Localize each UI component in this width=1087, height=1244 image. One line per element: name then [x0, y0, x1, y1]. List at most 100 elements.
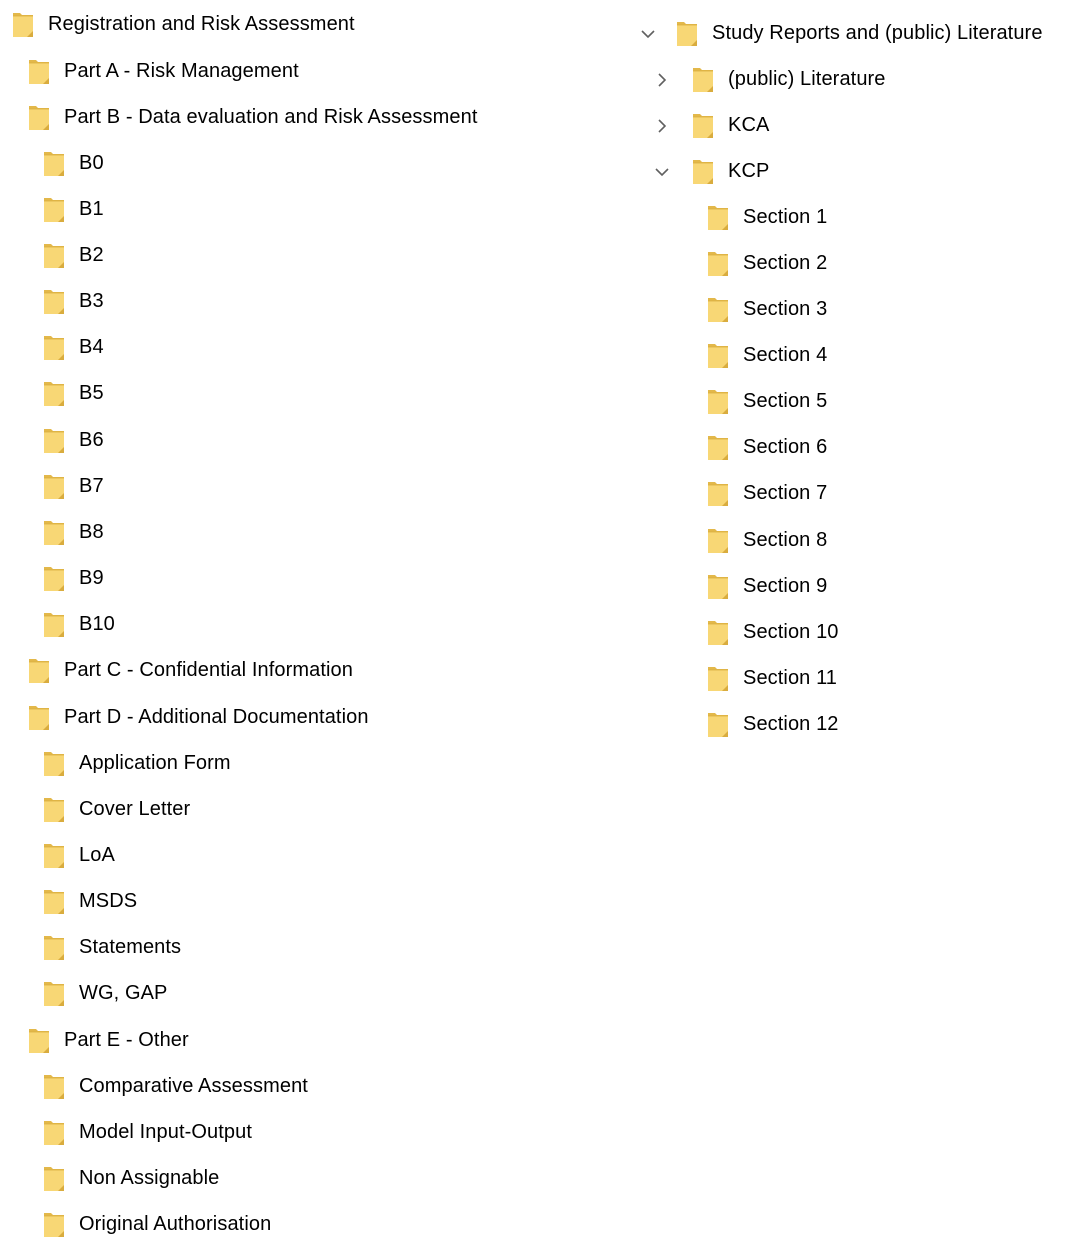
tree-item-model-input-output[interactable]: Model Input-Output	[43, 1112, 252, 1152]
tree-item-original-authorisation[interactable]: Original Authorisation	[43, 1204, 271, 1244]
folder-icon	[707, 433, 729, 461]
tree-item-cover-letter[interactable]: Cover Letter	[43, 789, 190, 829]
tree-item-label: Section 3	[743, 298, 828, 320]
tree-item-section-1[interactable]: Section 1	[707, 197, 827, 237]
tree-item-kca[interactable]: KCA	[692, 105, 769, 145]
tree-item-label: B8	[79, 521, 104, 543]
tree-item-part-a[interactable]: Part A - Risk Management	[28, 51, 299, 91]
tree-item-b5[interactable]: B5	[43, 373, 104, 413]
folder-icon	[43, 564, 65, 592]
tree-item-comparative-assessment[interactable]: Comparative Assessment	[43, 1066, 308, 1106]
folder-icon	[707, 387, 729, 415]
folder-tree-view: Registration and Risk Assessment Part A …	[0, 0, 1087, 1240]
tree-item-label: Original Authorisation	[79, 1213, 272, 1235]
folder-icon	[43, 333, 65, 361]
tree-item-section-9[interactable]: Section 9	[707, 566, 827, 606]
folder-icon	[43, 1210, 65, 1238]
folder-icon	[707, 618, 729, 646]
tree-item-label: LoA	[79, 844, 115, 866]
folder-icon	[707, 572, 729, 600]
tree-item-label: MSDS	[79, 890, 138, 912]
chevron-right-icon[interactable]	[652, 116, 672, 136]
folder-icon	[43, 1118, 65, 1146]
tree-item-label: Section 4	[743, 344, 828, 366]
tree-item-b1[interactable]: B1	[43, 189, 104, 229]
chevron-down-icon[interactable]	[638, 24, 658, 44]
tree-item-label: Part C - Confidential Information	[64, 659, 353, 681]
folder-icon	[43, 887, 65, 915]
folder-icon	[707, 710, 729, 738]
tree-item-b10[interactable]: B10	[43, 604, 115, 644]
tree-item-label: Section 1	[743, 206, 828, 228]
tree-item-label: B5	[79, 382, 104, 404]
folder-icon	[28, 656, 50, 684]
tree-item-label: B1	[79, 198, 104, 220]
tree-item-section-4[interactable]: Section 4	[707, 335, 827, 375]
chevron-right-icon[interactable]	[652, 70, 672, 90]
tree-item-label: Section 8	[743, 529, 828, 551]
tree-item-label: B2	[79, 244, 104, 266]
tree-item-label: B3	[79, 290, 104, 312]
tree-item-label: B10	[79, 613, 115, 635]
tree-item-label: Section 12	[743, 713, 839, 735]
tree-item-b2[interactable]: B2	[43, 235, 104, 275]
folder-icon	[43, 149, 65, 177]
tree-item-section-7[interactable]: Section 7	[707, 473, 827, 513]
folder-icon	[43, 933, 65, 961]
folder-icon	[707, 479, 729, 507]
tree-item-part-e[interactable]: Part E - Other	[28, 1020, 189, 1060]
tree-item-label: Section 2	[743, 252, 828, 274]
tree-item-section-5[interactable]: Section 5	[707, 381, 827, 421]
tree-item-wg-gap[interactable]: WG, GAP	[43, 973, 167, 1013]
tree-item-b4[interactable]: B4	[43, 327, 104, 367]
tree-item-part-d[interactable]: Part D - Additional Documentation	[28, 697, 369, 737]
folder-icon	[692, 65, 714, 93]
tree-item-non-assignable[interactable]: Non Assignable	[43, 1158, 219, 1198]
tree-item-statements[interactable]: Statements	[43, 927, 181, 967]
tree-item-study-reports-and-public-literature[interactable]: Study Reports and (public) Literature	[676, 13, 1043, 53]
tree-item-label: Comparative Assessment	[79, 1075, 308, 1097]
folder-icon	[43, 518, 65, 546]
folder-icon	[43, 979, 65, 1007]
tree-item-label: B4	[79, 336, 104, 358]
tree-item-msds[interactable]: MSDS	[43, 881, 137, 921]
folder-icon	[676, 19, 698, 47]
tree-item-part-c[interactable]: Part C - Confidential Information	[28, 650, 353, 690]
folder-icon	[43, 472, 65, 500]
tree-item-application-form[interactable]: Application Form	[43, 743, 231, 783]
tree-item-label: Section 7	[743, 482, 828, 504]
tree-item-section-10[interactable]: Section 10	[707, 612, 839, 652]
tree-item-section-11[interactable]: Section 11	[707, 658, 837, 698]
folder-icon	[43, 795, 65, 823]
folder-icon	[707, 526, 729, 554]
tree-item-b7[interactable]: B7	[43, 466, 104, 506]
tree-item-label: (public) Literature	[728, 68, 886, 90]
folder-icon	[43, 426, 65, 454]
folder-icon	[43, 749, 65, 777]
tree-item-b6[interactable]: B6	[43, 420, 104, 460]
tree-item-label: Section 11	[743, 667, 838, 689]
tree-item-b0[interactable]: B0	[43, 143, 104, 183]
chevron-down-icon[interactable]	[652, 162, 672, 182]
tree-item-section-8[interactable]: Section 8	[707, 520, 827, 560]
tree-item-label: WG, GAP	[79, 982, 168, 1004]
folder-icon	[43, 610, 65, 638]
folder-icon	[707, 341, 729, 369]
tree-item-label: Non Assignable	[79, 1167, 220, 1189]
tree-item-label: B6	[79, 429, 104, 451]
folder-icon	[692, 111, 714, 139]
tree-item-b9[interactable]: B9	[43, 558, 104, 598]
tree-item-kcp[interactable]: KCP	[692, 151, 769, 191]
folder-icon	[43, 241, 65, 269]
tree-item-registration-and-risk-assessment[interactable]: Registration and Risk Assessment	[12, 4, 355, 44]
tree-item-part-b[interactable]: Part B - Data evaluation and Risk Assess…	[28, 97, 477, 137]
tree-item-section-2[interactable]: Section 2	[707, 243, 827, 283]
tree-item-section-3[interactable]: Section 3	[707, 289, 827, 329]
tree-item-loa[interactable]: LoA	[43, 835, 115, 875]
tree-item-public-literature[interactable]: (public) Literature	[692, 59, 886, 99]
tree-item-b3[interactable]: B3	[43, 281, 104, 321]
tree-item-section-6[interactable]: Section 6	[707, 427, 827, 467]
tree-item-label: Application Form	[79, 752, 231, 774]
tree-item-section-12[interactable]: Section 12	[707, 704, 839, 744]
tree-item-b8[interactable]: B8	[43, 512, 104, 552]
